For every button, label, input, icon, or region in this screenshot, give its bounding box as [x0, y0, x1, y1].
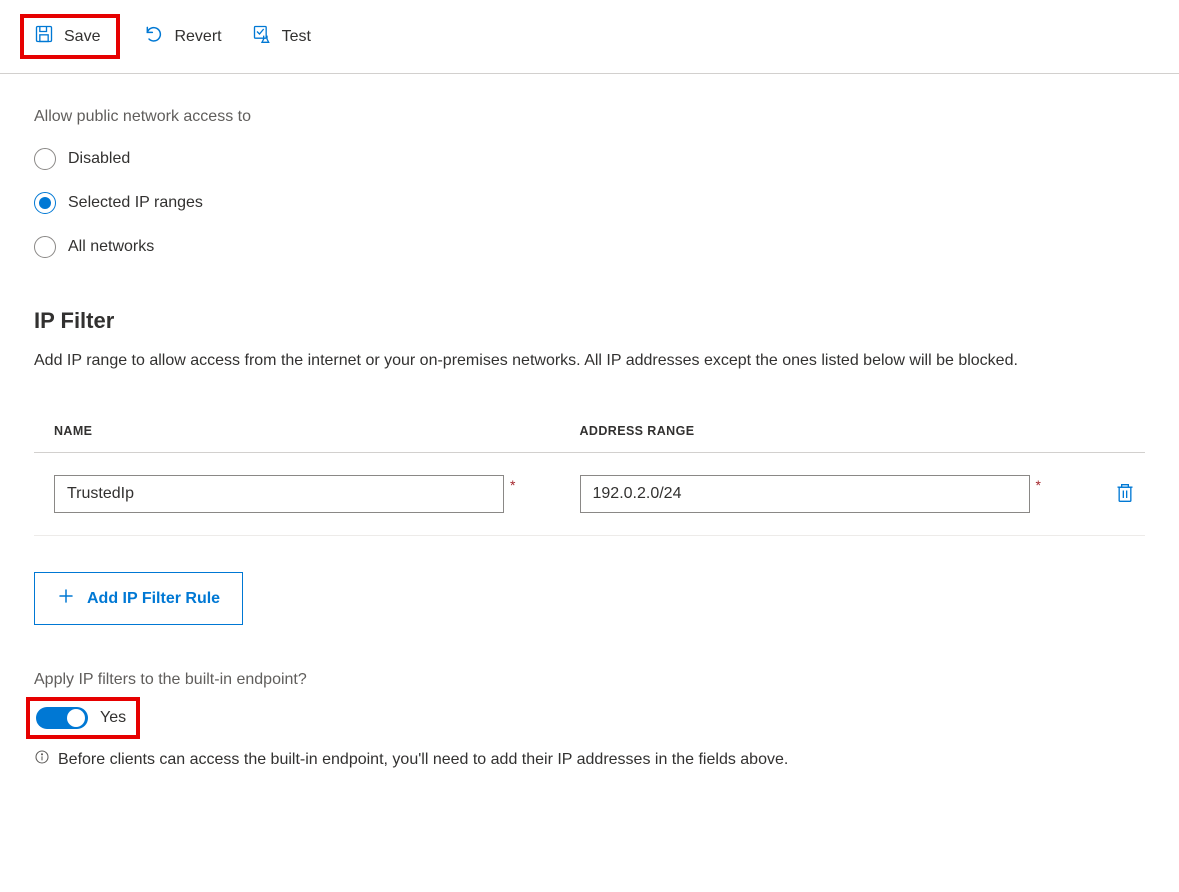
save-label: Save	[64, 28, 100, 46]
test-icon	[252, 24, 272, 49]
column-header-name: NAME	[34, 414, 560, 453]
required-indicator: *	[1036, 477, 1041, 493]
radio-icon	[34, 192, 56, 214]
required-indicator: *	[510, 477, 515, 493]
toggle-thumb	[67, 709, 85, 727]
test-label: Test	[282, 28, 311, 46]
toolbar: Save Revert Test	[0, 0, 1179, 74]
revert-icon	[144, 24, 164, 49]
save-button[interactable]: Save	[28, 20, 106, 53]
content-area: Allow public network access to Disabled …	[0, 74, 1179, 770]
ip-filter-table: NAME ADDRESS RANGE * *	[34, 414, 1145, 536]
apply-builtin-label: Apply IP filters to the built-in endpoin…	[34, 671, 1145, 689]
rule-address-input[interactable]	[580, 475, 1030, 513]
radio-label-all: All networks	[68, 238, 154, 256]
radio-option-selected-ip[interactable]: Selected IP ranges	[34, 192, 1145, 214]
radio-label-selected-ip: Selected IP ranges	[68, 194, 203, 212]
radio-icon	[34, 148, 56, 170]
table-row: * *	[34, 453, 1145, 536]
network-access-radio-group: Disabled Selected IP ranges All networks	[34, 148, 1145, 258]
info-icon	[34, 749, 50, 770]
radio-option-disabled[interactable]: Disabled	[34, 148, 1145, 170]
add-rule-label: Add IP Filter Rule	[87, 590, 220, 608]
apply-builtin-info-text: Before clients can access the built-in e…	[58, 751, 788, 769]
rule-name-input[interactable]	[54, 475, 504, 513]
trash-icon	[1115, 492, 1135, 507]
network-access-label: Allow public network access to	[34, 108, 1145, 126]
column-header-address-range: ADDRESS RANGE	[560, 414, 1086, 453]
test-button[interactable]: Test	[246, 20, 317, 53]
revert-label: Revert	[174, 28, 221, 46]
add-ip-filter-rule-button[interactable]: Add IP Filter Rule	[34, 572, 243, 625]
ip-filter-heading: IP Filter	[34, 308, 1145, 334]
revert-button[interactable]: Revert	[138, 20, 227, 53]
apply-builtin-toggle[interactable]	[36, 707, 88, 729]
apply-builtin-highlight-box: Yes	[26, 697, 140, 739]
save-highlight-box: Save	[20, 14, 120, 59]
radio-label-disabled: Disabled	[68, 150, 130, 168]
apply-builtin-value: Yes	[100, 709, 126, 727]
delete-rule-button[interactable]	[1109, 476, 1141, 513]
apply-builtin-info: Before clients can access the built-in e…	[34, 749, 1145, 770]
save-icon	[34, 24, 54, 49]
ip-filter-description: Add IP range to allow access from the in…	[34, 352, 1145, 370]
radio-icon	[34, 236, 56, 258]
plus-icon	[57, 587, 75, 610]
column-header-actions	[1085, 414, 1145, 453]
radio-option-all[interactable]: All networks	[34, 236, 1145, 258]
